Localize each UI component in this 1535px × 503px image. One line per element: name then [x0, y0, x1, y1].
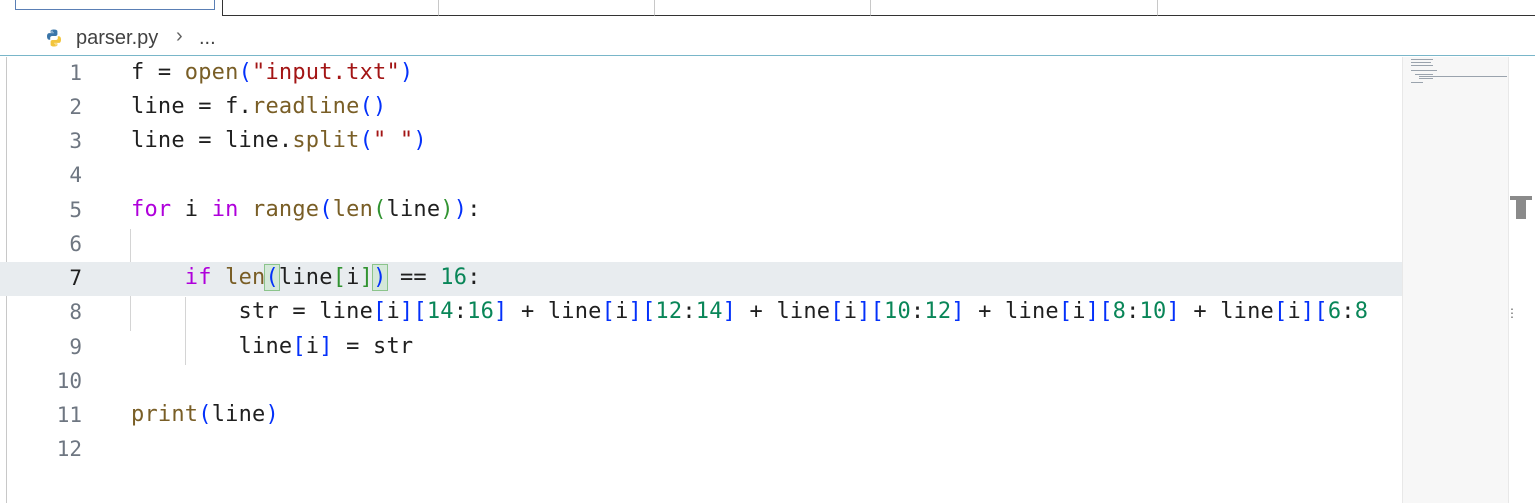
minimap-line — [1411, 70, 1437, 71]
minimap-line — [1419, 78, 1433, 79]
code-line-12[interactable]: 12 — [0, 433, 1402, 467]
line-number: 12 — [56, 437, 82, 461]
minimap-line — [1411, 62, 1431, 63]
breadcrumb-symbols[interactable]: ... — [199, 27, 216, 50]
code-line-7-current[interactable]: 7 if len(line[i]) == 16: — [0, 262, 1402, 296]
tab-3[interactable] — [439, 0, 655, 16]
line-number: 2 — [69, 95, 82, 119]
line-number: 11 — [56, 403, 82, 427]
line-number: 8 — [69, 300, 82, 324]
line-number: 5 — [69, 198, 82, 222]
line-number: 10 — [56, 369, 82, 393]
code-text: str = line[i][14:16] + line[i][12:14] + … — [131, 299, 1369, 324]
line-number: 9 — [69, 335, 82, 359]
code-line-1[interactable]: 1 f = open("input.txt") — [0, 57, 1402, 91]
line-number: 3 — [69, 129, 82, 153]
code-line-9[interactable]: 9 line[i] = str — [0, 331, 1402, 365]
vertical-ellipsis-icon: ⋮ — [1506, 306, 1518, 320]
tab-strip — [0, 0, 1535, 17]
minimap[interactable] — [1402, 57, 1509, 503]
code-line-3[interactable]: 3 line = line.split(" ") — [0, 125, 1402, 159]
tab-2[interactable] — [222, 0, 439, 16]
line-number: 4 — [69, 163, 82, 187]
tab-active[interactable] — [15, 0, 215, 10]
minimap-line — [1411, 65, 1433, 66]
breadcrumb-file[interactable]: parser.py — [76, 27, 158, 50]
line-number: 1 — [69, 61, 82, 85]
minimap-line — [1419, 76, 1507, 77]
vertical-scrollbar[interactable] — [1508, 57, 1535, 503]
code-text: line = line.split(" ") — [131, 128, 427, 153]
code-line-8[interactable]: 8 str = line[i][14:16] + line[i][12:14] … — [0, 296, 1402, 330]
tab-5[interactable] — [871, 0, 1158, 16]
line-number: 7 — [69, 266, 82, 290]
minimap-line — [1411, 82, 1423, 83]
python-icon — [47, 29, 61, 47]
chevron-right-icon: › — [176, 25, 183, 47]
code-line-5[interactable]: 5 for i in range(len(line)): — [0, 194, 1402, 228]
code-text: print(line) — [131, 402, 279, 427]
minimap-line — [1415, 74, 1433, 75]
code-line-2[interactable]: 2 line = f.readline() — [0, 91, 1402, 125]
code-text: f = open("input.txt") — [131, 60, 414, 85]
code-line-6[interactable]: 6 — [0, 228, 1402, 262]
code-editor[interactable]: 1 f = open("input.txt") 2 line = f.readl… — [0, 57, 1402, 503]
code-text: line = f.readline() — [131, 94, 387, 119]
code-line-10[interactable]: 10 — [0, 365, 1402, 399]
code-line-11[interactable]: 11 print(line) — [0, 399, 1402, 433]
breadcrumb — [0, 22, 1535, 56]
tab-strip-empty — [1158, 0, 1535, 16]
minimap-line — [1411, 59, 1433, 60]
scrollbar-thumb[interactable] — [1516, 197, 1526, 219]
line-number: 6 — [69, 232, 82, 256]
tab-4[interactable] — [655, 0, 871, 16]
code-text: line[i] = str — [131, 334, 414, 359]
code-line-4[interactable]: 4 — [0, 159, 1402, 193]
code-text: for i in range(len(line)): — [131, 197, 481, 222]
code-text: if len(line[i]) == 16: — [184, 264, 481, 291]
